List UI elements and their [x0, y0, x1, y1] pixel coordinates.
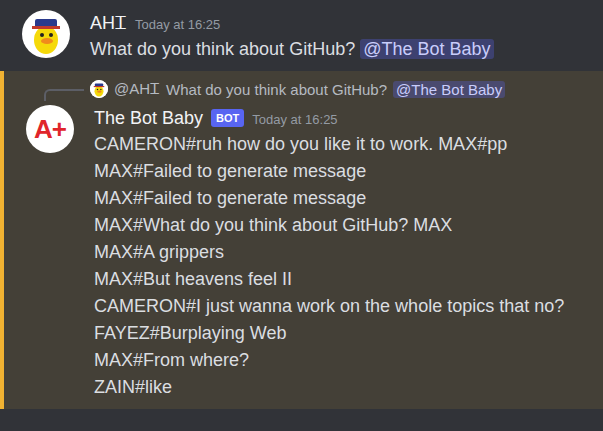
reference-text: What do you think about GitHub?: [166, 81, 387, 98]
mention[interactable]: @The Bot Baby: [360, 39, 493, 59]
message-line: MAX#But heavens feel II: [94, 266, 564, 293]
message-body: The Bot Baby BOT Today at 16:25 CAMERON#ruh…: [94, 105, 564, 401]
message-line: MAX#From where?: [94, 347, 564, 374]
bot-reply: @AHᏆ What do you think about GitHub? @The …: [0, 71, 603, 409]
bot-badge: BOT: [211, 109, 244, 127]
author-name[interactable]: AHᏆ: [90, 13, 127, 34]
message-text: What do you think about GitHub? @The Bot…: [90, 36, 494, 63]
message-line: FAYEZ#Burplaying Web: [94, 320, 564, 347]
message-line: CAMERON#I just wanna work on the whole t…: [94, 293, 564, 320]
message-line: MAX#A grippers: [94, 239, 564, 266]
message-header: The Bot Baby BOT Today at 16:25: [94, 105, 564, 131]
message-content: What do you think about GitHub?: [90, 39, 355, 59]
reference-avatar-icon: [90, 80, 108, 98]
message-header: AHᏆ Today at 16:25: [90, 10, 494, 36]
message-line: MAX#Failed to generate message: [94, 158, 564, 185]
reference-mention: @The Bot Baby: [393, 81, 505, 98]
user-avatar-icon[interactable]: [22, 10, 70, 58]
reply-spine: [44, 89, 84, 101]
bot-avatar-icon[interactable]: A+: [26, 105, 74, 153]
message-line: ZAIN#like: [94, 374, 564, 401]
message-line: MAX#What do you think about GitHub? MAX: [94, 212, 564, 239]
timestamp: Today at 16:25: [252, 110, 337, 127]
message-body: AHᏆ Today at 16:25 What do you think about…: [90, 10, 494, 63]
bot-message: A+ The Bot Baby BOT Today at 16:25 CAMERON#r…: [4, 101, 603, 409]
reply-reference[interactable]: @AHᏆ What do you think about GitHub? @The …: [4, 77, 603, 101]
message-line: MAX#Failed to generate message: [94, 185, 564, 212]
timestamp: Today at 16:25: [135, 15, 220, 32]
reference-author[interactable]: @AHᏆ: [114, 80, 160, 98]
user-message: AHᏆ Today at 16:25 What do you think about…: [0, 0, 603, 71]
author-name[interactable]: The Bot Baby: [94, 108, 203, 129]
message-line: CAMERON#ruh how do you like it to work. …: [94, 131, 564, 158]
